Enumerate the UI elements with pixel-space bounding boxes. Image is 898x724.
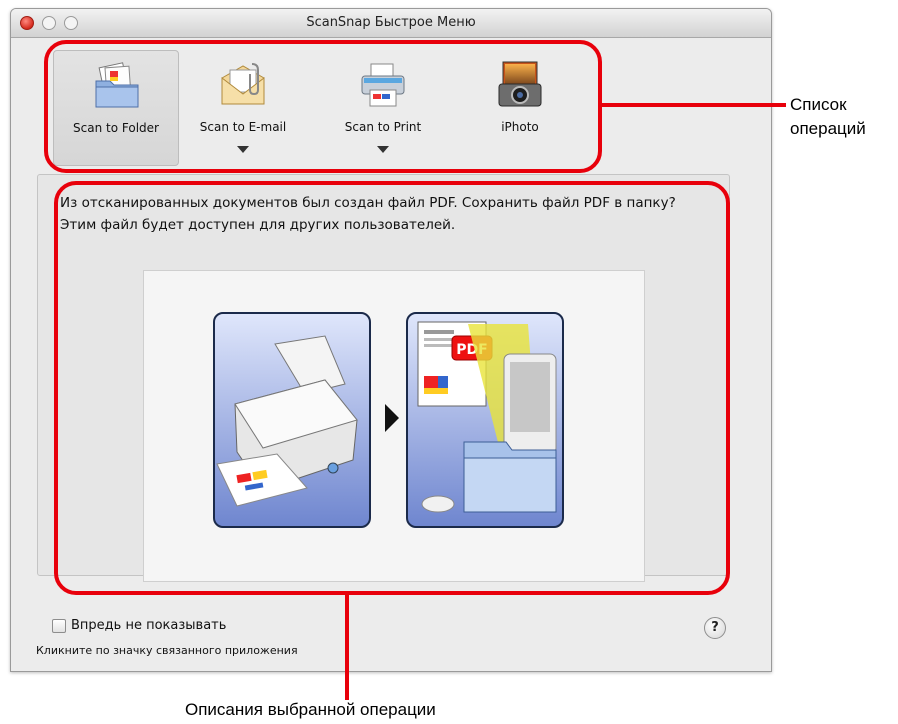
description-highlight bbox=[54, 181, 730, 595]
operations-highlight bbox=[44, 40, 602, 173]
status-hint: Кликните по значку связанного приложения bbox=[36, 644, 298, 657]
help-button[interactable]: ? bbox=[704, 617, 726, 639]
description-callout-label: Описания выбранной операции bbox=[185, 700, 436, 719]
dont-show-again-checkbox[interactable] bbox=[52, 619, 66, 633]
description-callout-line bbox=[345, 594, 349, 700]
window-title: ScanSnap Быстрое Меню bbox=[306, 15, 476, 30]
operations-callout-label: Список операций bbox=[790, 95, 866, 138]
dont-show-again-label[interactable]: Впредь не показывать bbox=[71, 618, 226, 633]
title-bar: ScanSnap Быстрое Меню bbox=[11, 9, 771, 38]
operations-callout-line bbox=[601, 103, 786, 107]
